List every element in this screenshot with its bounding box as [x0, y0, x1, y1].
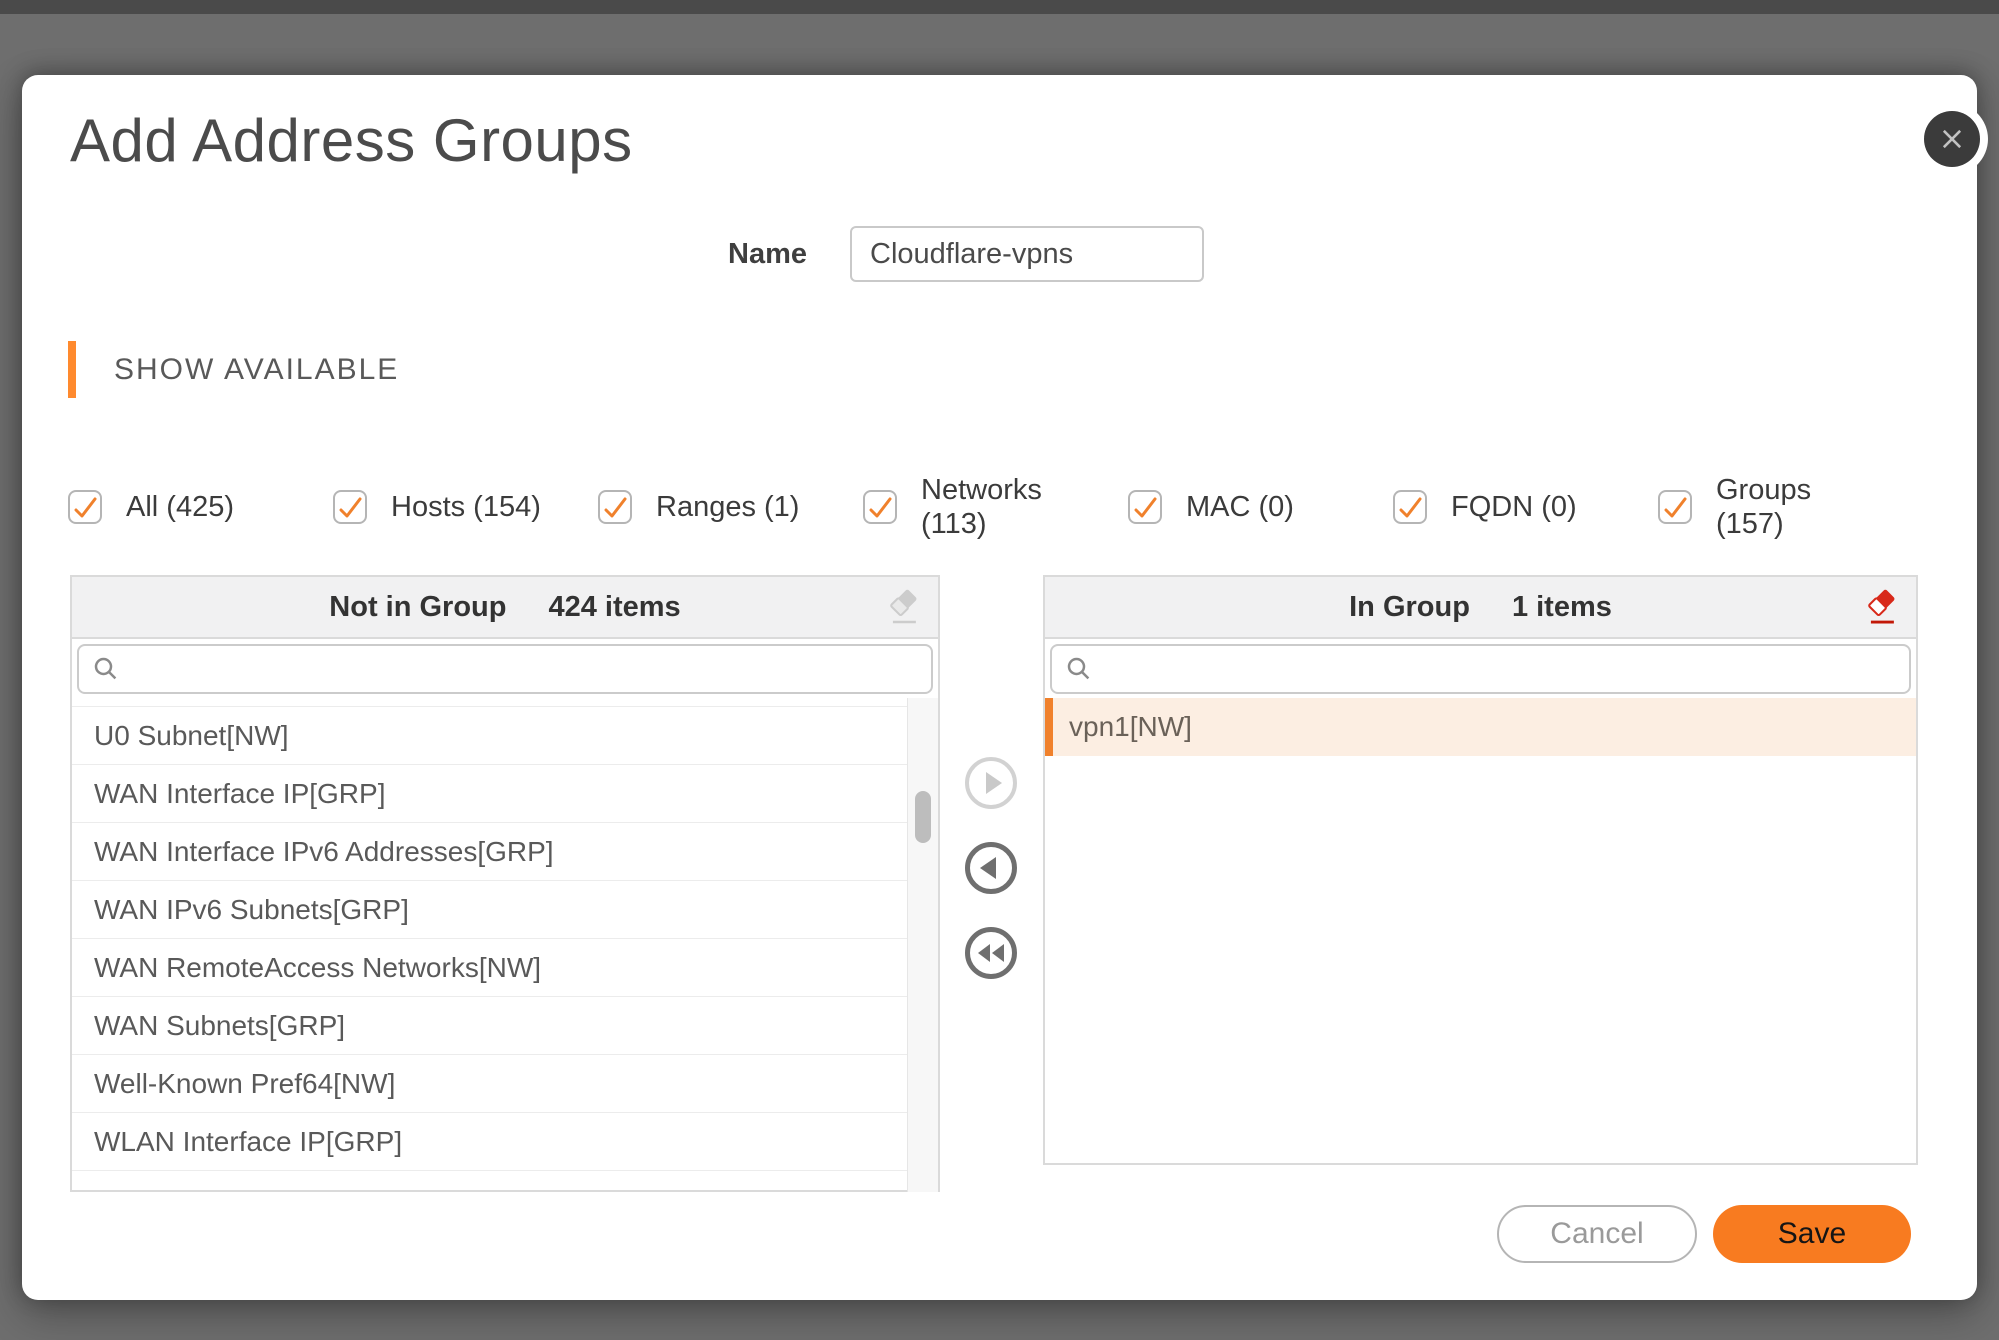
not-in-group-header: Not in Group 424 items	[72, 577, 938, 639]
list-item[interactable]: WLAN Interface IP[GRP]	[72, 1113, 908, 1171]
check-icon	[863, 490, 897, 524]
move-all-left-button[interactable]	[963, 925, 1019, 981]
section-accent-bar	[68, 341, 76, 398]
right-search-box[interactable]	[1050, 644, 1911, 694]
move-left-button[interactable]	[963, 840, 1019, 896]
move-right-button[interactable]	[963, 755, 1019, 811]
left-search-box[interactable]	[77, 644, 933, 694]
filter-label: All (425)	[126, 490, 234, 524]
check-icon	[598, 490, 632, 524]
check-icon	[1393, 490, 1427, 524]
left-search-area	[72, 639, 938, 698]
filter-item[interactable]: Hosts (154)	[333, 490, 598, 524]
scrollbar-thumb[interactable]	[915, 791, 931, 843]
in-group-panel: In Group 1 items vpn1[NW]	[1043, 575, 1918, 1165]
filter-label: Hosts (154)	[391, 490, 541, 524]
list-item[interactable]: WAN Interface IPv6 Addresses[GRP]	[72, 823, 908, 881]
section-title: SHOW AVAILABLE	[114, 353, 399, 387]
filter-item[interactable]: FQDN (0)	[1393, 490, 1658, 524]
name-input[interactable]	[850, 226, 1204, 282]
add-address-groups-dialog: Add Address Groups Name SHOW AVAILABLE A…	[22, 75, 1977, 1300]
close-button[interactable]	[1924, 111, 1980, 167]
list-item[interactable]: U0 Subnet[NW]	[72, 707, 908, 765]
scrollbar-track[interactable]	[907, 698, 938, 1192]
selected-group-item[interactable]: vpn1[NW]	[1045, 698, 1916, 756]
close-icon	[1938, 125, 1966, 153]
filter-label: FQDN (0)	[1451, 490, 1577, 524]
filter-item[interactable]: Networks (113)	[863, 473, 1128, 541]
filter-label: Networks (113)	[921, 473, 1091, 541]
save-button[interactable]: Save	[1713, 1205, 1911, 1263]
filter-label: Groups (157)	[1716, 473, 1886, 541]
name-label: Name	[662, 226, 807, 282]
panel-count: 424 items	[548, 591, 680, 624]
left-rows: U0 Subnet[NW] WAN Interface IP[GRP] WAN …	[72, 707, 938, 1171]
checkbox[interactable]	[68, 490, 102, 524]
filter-label: MAC (0)	[1186, 490, 1294, 524]
in-group-header: In Group 1 items	[1045, 577, 1916, 639]
panel-title: In Group	[1349, 591, 1470, 624]
in-group-list: vpn1[NW]	[1045, 698, 1916, 1165]
checkbox[interactable]	[1128, 490, 1162, 524]
list-item[interactable]: WAN Subnets[GRP]	[72, 997, 908, 1055]
checkbox[interactable]	[598, 490, 632, 524]
eraser-icon	[885, 588, 923, 626]
double-arrow-left-circle-icon	[963, 925, 1019, 981]
search-icon	[1064, 654, 1094, 684]
filter-item[interactable]: MAC (0)	[1128, 490, 1393, 524]
clear-group-button[interactable]	[1860, 585, 1904, 629]
filter-label: Ranges (1)	[656, 490, 799, 524]
checkbox[interactable]	[333, 490, 367, 524]
check-icon	[68, 490, 102, 524]
list-item[interactable]: Well-Known Pref64[NW]	[72, 1055, 908, 1113]
checkbox[interactable]	[1393, 490, 1427, 524]
arrow-left-circle-icon	[963, 840, 1019, 896]
list-item[interactable]: WAN RemoteAccess Networks[NW]	[72, 939, 908, 997]
filter-item[interactable]: Groups (157)	[1658, 473, 1923, 541]
search-icon	[91, 654, 121, 684]
panel-count: 1 items	[1512, 591, 1612, 624]
show-available-section: SHOW AVAILABLE	[68, 341, 399, 398]
not-in-group-panel: Not in Group 424 items U0 Subnet[NW]	[70, 575, 940, 1192]
right-rows: vpn1[NW]	[1045, 698, 1916, 756]
check-icon	[1658, 490, 1692, 524]
arrow-right-circle-icon	[963, 755, 1019, 811]
left-search-input[interactable]	[131, 652, 919, 686]
list-row-partial	[72, 698, 908, 707]
list-item[interactable]: WAN Interface IP[GRP]	[72, 765, 908, 823]
cancel-button[interactable]: Cancel	[1497, 1205, 1697, 1263]
not-in-group-list: U0 Subnet[NW] WAN Interface IP[GRP] WAN …	[72, 698, 938, 1192]
checkbox[interactable]	[1658, 490, 1692, 524]
panel-title: Not in Group	[329, 591, 506, 624]
dialog-title: Add Address Groups	[70, 105, 633, 177]
right-search-area	[1045, 639, 1916, 698]
filter-row: All (425) Hosts (154) Ranges (1)	[68, 470, 1927, 544]
check-icon	[1128, 490, 1162, 524]
clear-selection-button[interactable]	[882, 585, 926, 629]
check-icon	[333, 490, 367, 524]
right-search-input[interactable]	[1104, 652, 1897, 686]
checkbox[interactable]	[863, 490, 897, 524]
filter-item[interactable]: All (425)	[68, 490, 333, 524]
list-item[interactable]: WAN IPv6 Subnets[GRP]	[72, 881, 908, 939]
filter-item[interactable]: Ranges (1)	[598, 490, 863, 524]
backdrop-top-strip	[0, 0, 1999, 14]
eraser-icon-red	[1863, 588, 1901, 626]
